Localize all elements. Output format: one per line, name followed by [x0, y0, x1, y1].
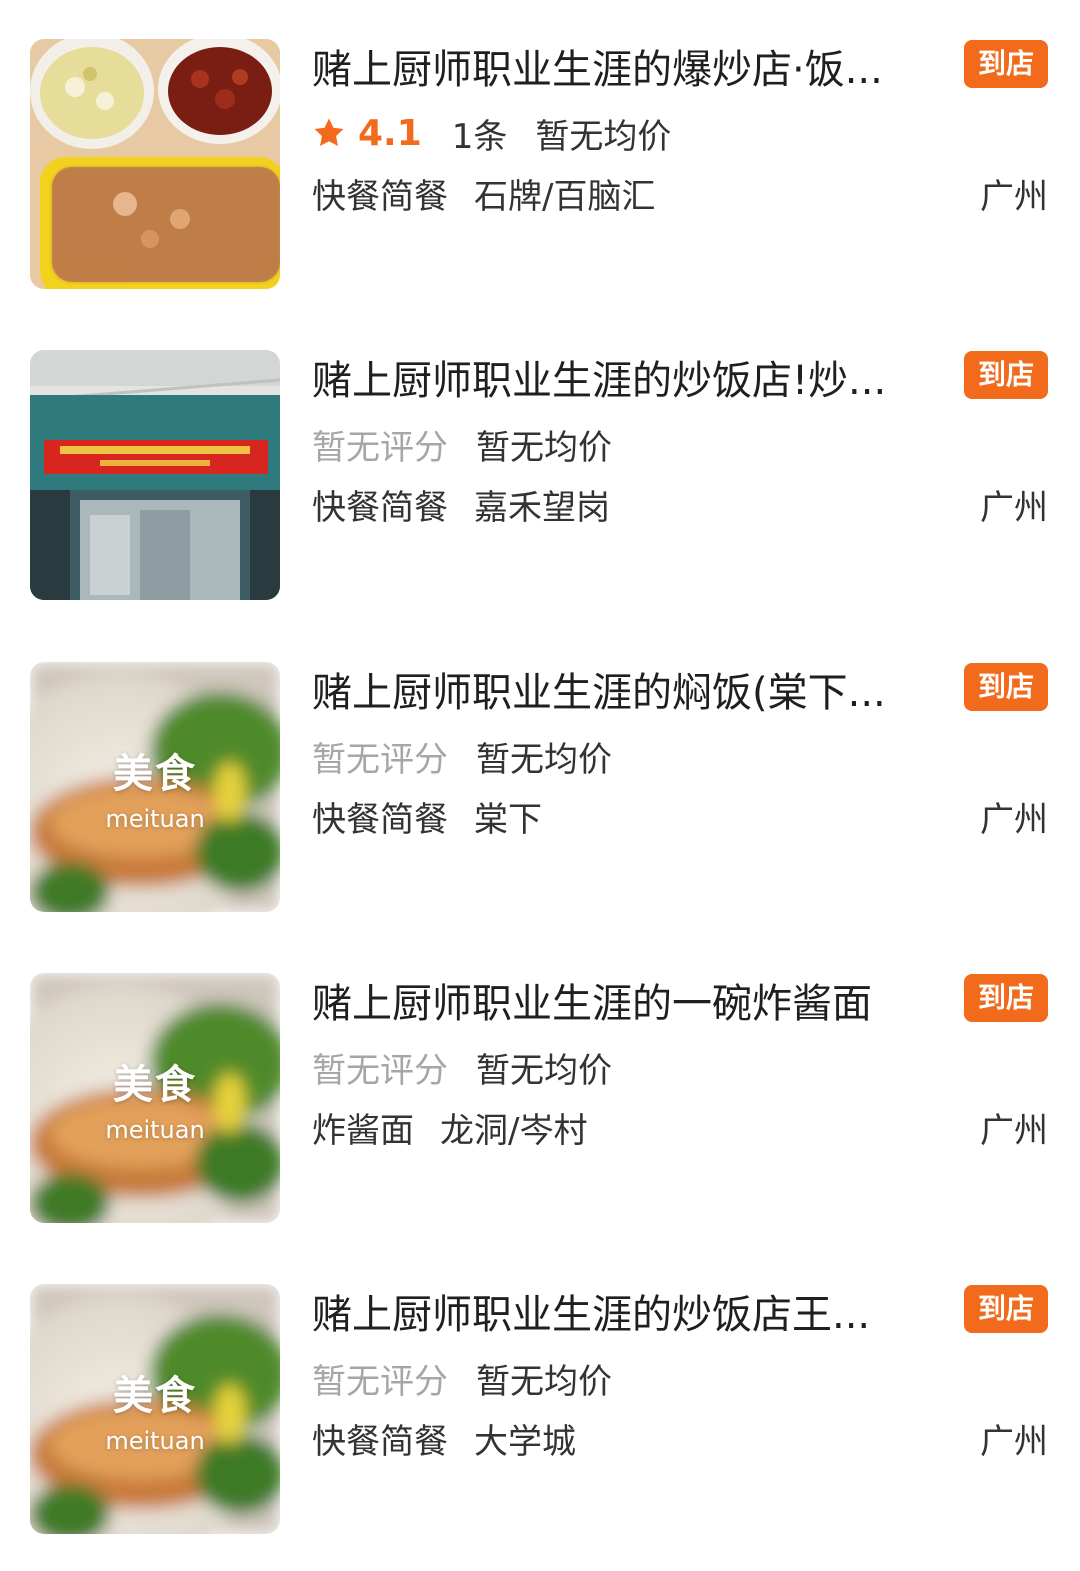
placeholder-title: 美食 [113, 1062, 197, 1108]
city-label: 广州 [980, 799, 1048, 840]
meta-row: 快餐简餐 嘉禾望岗 广州 [312, 478, 1048, 530]
shop-photo[interactable]: 美食 meituan [30, 662, 280, 912]
shop-photo[interactable]: 美食 meituan [30, 973, 280, 1223]
storefront-photo [30, 350, 280, 600]
in-store-badge: 到店 [964, 1285, 1048, 1333]
meta-row: 快餐简餐 大学城 广州 [312, 1412, 1048, 1464]
list-item[interactable]: 赌上厨师职业生涯的炒饭店!炒... 到店 暂无评分 暂无均价 快餐简餐 嘉禾望岗… [0, 350, 1080, 602]
shop-title[interactable]: 赌上厨师职业生涯的爆炒店·饭... [312, 41, 944, 99]
category-label: 快餐简餐 [312, 799, 448, 840]
meta-row: 炸酱面 龙洞/岑村 广州 [312, 1101, 1048, 1153]
in-store-badge: 到店 [964, 663, 1048, 711]
avg-price: 暂无均价 [535, 116, 672, 157]
placeholder-title: 美食 [113, 751, 197, 797]
category-label: 快餐简餐 [312, 487, 448, 528]
review-count: 1条 [451, 116, 508, 157]
area-label: 嘉禾望岗 [474, 487, 610, 528]
area-label: 棠下 [474, 799, 542, 840]
meta-row: 快餐简餐 棠下 广州 [312, 790, 1048, 842]
no-rating-label: 暂无评分 [312, 1361, 448, 1402]
list-item[interactable]: 赌上厨师职业生涯的爆炒店·饭... 到店 4.1 1条 暂无均价 快餐简餐 石牌… [0, 39, 1080, 291]
rating-value: 4.1 [358, 112, 422, 154]
placeholder-subtitle: meituan [105, 805, 205, 833]
city-label: 广州 [980, 1110, 1048, 1151]
in-store-badge: 到店 [964, 351, 1048, 399]
meituan-placeholder: 美食 meituan [30, 1284, 280, 1534]
rating-row: 暂无评分 暂无均价 [312, 418, 612, 470]
in-store-badge: 到店 [964, 974, 1048, 1022]
avg-price: 暂无均价 [476, 427, 612, 468]
list-item[interactable]: 美食 meituan 赌上厨师职业生涯的炒饭店王... 到店 暂无评分 暂无均价… [0, 1284, 1080, 1536]
city-label: 广州 [980, 176, 1048, 217]
list-item[interactable]: 美食 meituan 赌上厨师职业生涯的焖饭(棠下... 到店 暂无评分 暂无均… [0, 662, 1080, 914]
shop-list: 赌上厨师职业生涯的爆炒店·饭... 到店 4.1 1条 暂无均价 快餐简餐 石牌… [0, 0, 1080, 1571]
city-label: 广州 [980, 487, 1048, 528]
category-label: 快餐简餐 [312, 176, 448, 217]
placeholder-title: 美食 [113, 1373, 197, 1419]
shop-title[interactable]: 赌上厨师职业生涯的焖饭(棠下... [312, 664, 944, 722]
shop-photo[interactable] [30, 350, 280, 600]
rating-row: 4.1 1条 暂无均价 [312, 107, 671, 159]
shop-title[interactable]: 赌上厨师职业生涯的炒饭店!炒... [312, 352, 944, 410]
food-photo [30, 39, 280, 289]
rating-row: 暂无评分 暂无均价 [312, 1352, 612, 1404]
avg-price: 暂无均价 [476, 1361, 612, 1402]
shop-title[interactable]: 赌上厨师职业生涯的一碗炸酱面 [312, 975, 944, 1033]
shop-title[interactable]: 赌上厨师职业生涯的炒饭店王... [312, 1286, 944, 1344]
city-label: 广州 [980, 1421, 1048, 1462]
no-rating-label: 暂无评分 [312, 427, 448, 468]
in-store-badge: 到店 [964, 40, 1048, 88]
no-rating-label: 暂无评分 [312, 1050, 448, 1091]
area-label: 龙洞/岑村 [440, 1110, 588, 1151]
placeholder-subtitle: meituan [105, 1427, 205, 1455]
avg-price: 暂无均价 [476, 1050, 612, 1091]
rating-row: 暂无评分 暂无均价 [312, 1041, 612, 1093]
meta-row: 快餐简餐 石牌/百脑汇 广州 [312, 167, 1048, 219]
meituan-placeholder: 美食 meituan [30, 662, 280, 912]
no-rating-label: 暂无评分 [312, 739, 448, 780]
area-label: 石牌/百脑汇 [474, 176, 656, 217]
category-label: 炸酱面 [312, 1110, 414, 1151]
category-label: 快餐简餐 [312, 1421, 448, 1462]
shop-photo[interactable] [30, 39, 280, 289]
rating-row: 暂无评分 暂无均价 [312, 730, 612, 782]
star-icon [314, 118, 344, 147]
list-item[interactable]: 美食 meituan 赌上厨师职业生涯的一碗炸酱面 到店 暂无评分 暂无均价 炸… [0, 973, 1080, 1225]
meituan-placeholder: 美食 meituan [30, 973, 280, 1223]
avg-price: 暂无均价 [476, 739, 612, 780]
placeholder-subtitle: meituan [105, 1116, 205, 1144]
area-label: 大学城 [474, 1421, 576, 1462]
shop-photo[interactable]: 美食 meituan [30, 1284, 280, 1534]
